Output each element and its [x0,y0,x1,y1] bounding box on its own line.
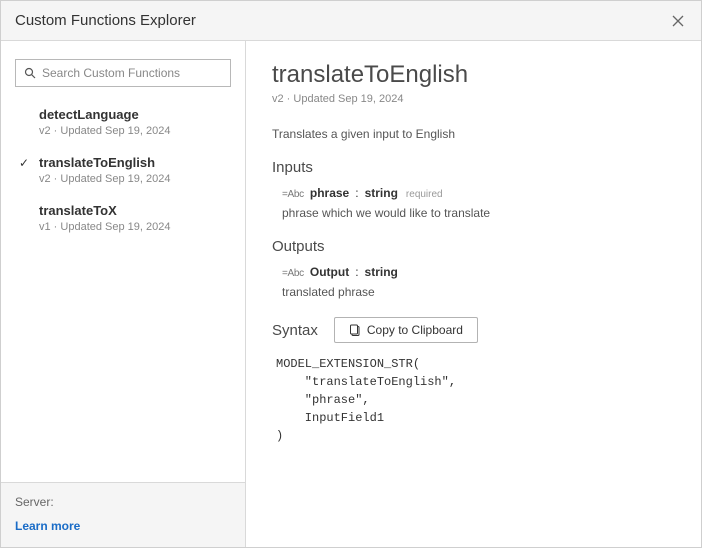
syntax-heading: Syntax [272,322,318,339]
sidebar-footer: Server: Learn more [1,482,245,547]
param-desc: translated phrase [282,285,675,299]
output-param-row: =AbcOutput:string [282,265,675,279]
function-name: translateToEnglish [39,155,227,170]
detail-pane: translateToEnglish v2 · Updated Sep 19, … [246,41,701,547]
titlebar: Custom Functions Explorer [1,1,701,41]
param-desc: phrase which we would like to translate [282,206,675,220]
input-param-row: =Abcphrase:stringrequired [282,186,675,200]
sidebar-item-function[interactable]: ✓ translateToEnglish v2 · Updated Sep 19, … [15,149,231,197]
window-title: Custom Functions Explorer [15,12,196,29]
param-name: Output [310,265,349,279]
inputs-heading: Inputs [272,159,675,176]
close-icon[interactable] [669,12,687,30]
type-badge-icon: =Abc [282,268,304,279]
type-badge-icon: =Abc [282,189,304,200]
function-meta: v2 · Updated Sep 19, 2024 [39,173,227,185]
function-name: detectLanguage [39,107,227,122]
function-name: translateToX [39,203,227,218]
param-name: phrase [310,186,349,200]
check-icon: ✓ [19,156,29,170]
learn-more-link[interactable]: Learn more [15,519,231,533]
body: detectLanguagev2 · Updated Sep 19, 2024✓… [1,41,701,547]
copy-button-label: Copy to Clipboard [367,323,463,337]
search-input[interactable] [42,66,222,80]
search-icon [24,67,36,79]
sidebar-item-function[interactable]: translateToX v1 · Updated Sep 19, 2024 [15,197,231,245]
server-label: Server: [15,495,231,509]
sidebar-main: detectLanguagev2 · Updated Sep 19, 2024✓… [1,41,245,482]
param-type: string [365,186,398,200]
syntax-code: MODEL_EXTENSION_STR( "translateToEnglish… [276,355,675,445]
search-field[interactable] [15,59,231,87]
syntax-row: Syntax Copy to Clipboard [272,317,675,343]
outputs-block: =AbcOutput:stringtranslated phrase [272,265,675,299]
param-type: string [365,265,398,279]
detail-subtitle: v2 · Updated Sep 19, 2024 [272,93,675,105]
outputs-heading: Outputs [272,238,675,255]
copy-to-clipboard-button[interactable]: Copy to Clipboard [334,317,478,343]
param-required: required [406,189,443,200]
function-meta: v1 · Updated Sep 19, 2024 [39,221,227,233]
clipboard-icon [349,324,361,337]
detail-title: translateToEnglish [272,61,675,89]
inputs-block: =Abcphrase:stringrequiredphrase which we… [272,186,675,220]
function-list: detectLanguagev2 · Updated Sep 19, 2024✓… [15,101,231,245]
detail-description: Translates a given input to English [272,127,675,141]
function-meta: v2 · Updated Sep 19, 2024 [39,125,227,137]
sidebar-item-function[interactable]: detectLanguage v2 · Updated Sep 19, 2024 [15,101,231,149]
window: Custom Functions Explorer detectLanguage… [0,0,702,548]
sidebar: detectLanguagev2 · Updated Sep 19, 2024✓… [1,41,246,547]
